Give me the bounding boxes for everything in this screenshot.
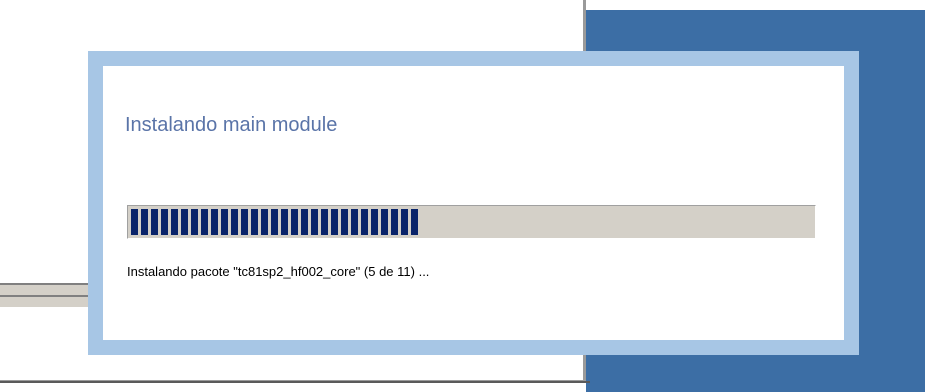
progress-block [161,209,168,235]
background-toolbar-fragment [0,283,92,309]
install-dialog-panel: Instalando main module Instalando pacote… [103,66,844,340]
progress-block [181,209,188,235]
progress-block [341,209,348,235]
progress-block [191,209,198,235]
progress-block [361,209,368,235]
progress-block [371,209,378,235]
progress-block [331,209,338,235]
progress-block [381,209,388,235]
status-text: Instalando pacote "tc81sp2_hf002_core" (… [127,264,430,279]
progress-block [311,209,318,235]
progress-block [271,209,278,235]
progress-block [261,209,268,235]
progress-block [391,209,398,235]
progress-block [411,209,418,235]
progress-block [281,209,288,235]
progress-block [401,209,408,235]
progress-block [241,209,248,235]
progress-block [231,209,238,235]
progress-block [351,209,358,235]
progress-block [131,209,138,235]
progress-block [221,209,228,235]
progress-block [141,209,148,235]
progress-block [301,209,308,235]
dialog-title: Instalando main module [125,114,338,136]
progress-block [321,209,328,235]
progress-block [211,209,218,235]
progress-block [151,209,158,235]
progress-block [291,209,298,235]
progress-block [201,209,208,235]
progress-bar [127,205,816,239]
progress-block [251,209,258,235]
progress-block [171,209,178,235]
background-window-edge [0,381,590,383]
progress-bar-fill [131,209,418,235]
install-dialog: Instalando main module Instalando pacote… [88,51,859,355]
